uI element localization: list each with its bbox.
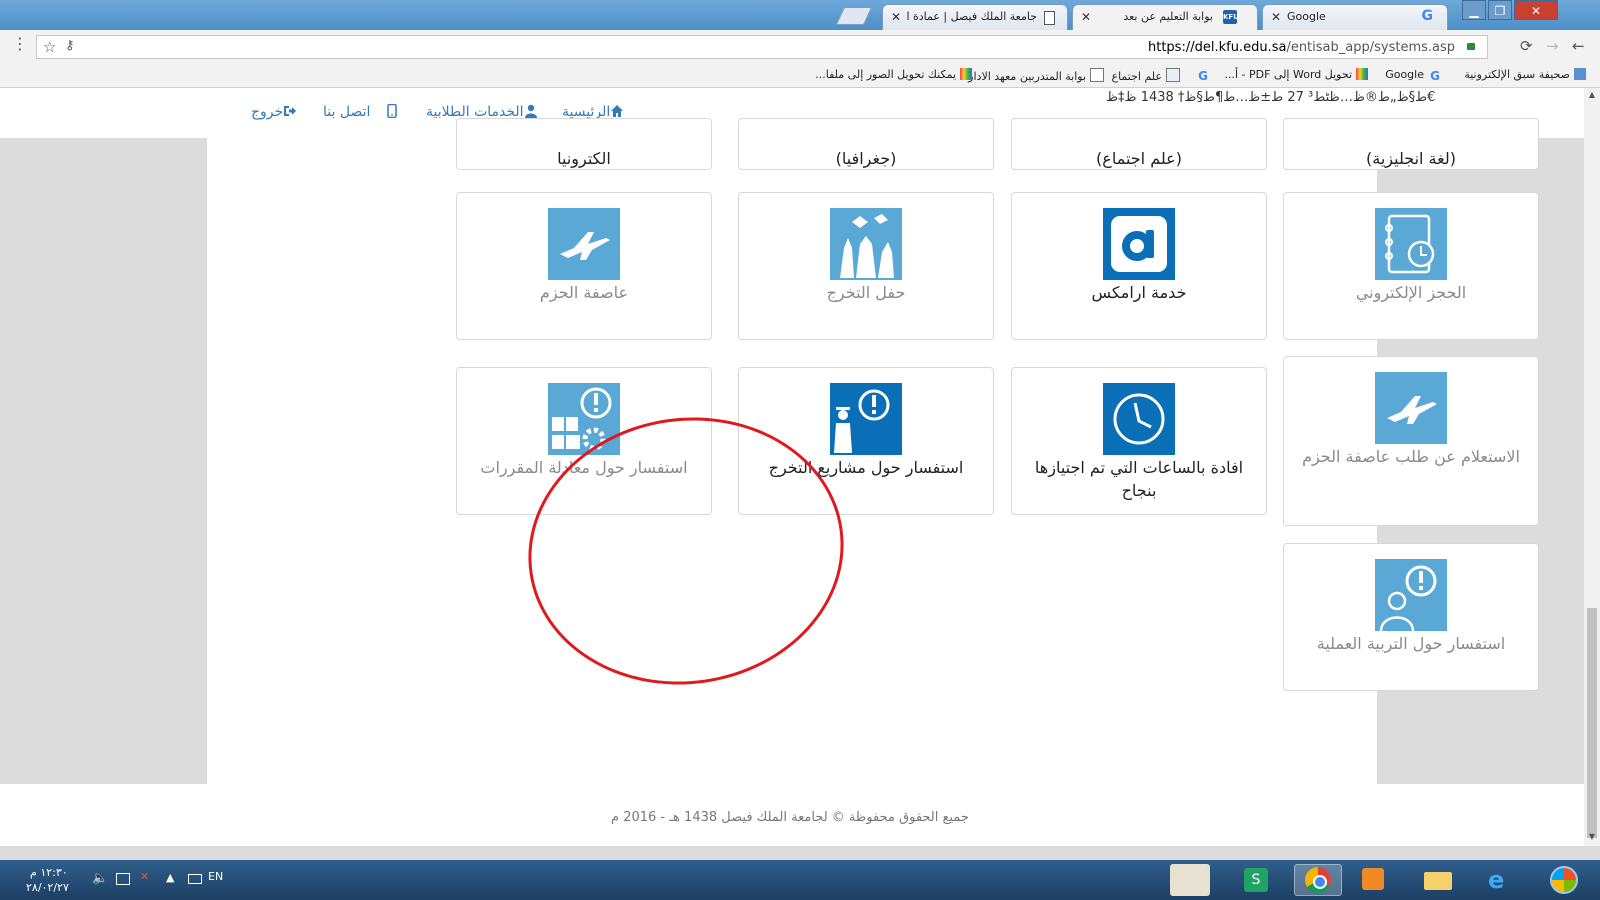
- tab-kfu-learning[interactable]: ✕ جامعة الملك فيصل | عمادة التعلم: [882, 4, 1068, 30]
- page-icon: [1044, 11, 1055, 25]
- start-button[interactable]: [1544, 864, 1584, 896]
- minimize-button[interactable]: ▁: [1462, 0, 1486, 20]
- clock-icon: [1103, 383, 1175, 455]
- google-g-icon: G: [1198, 69, 1208, 83]
- taskbar-sheets-icon[interactable]: S: [1236, 864, 1276, 896]
- kfu-favicon-icon: KFU: [1223, 10, 1239, 24]
- bookmark-icon: [1574, 68, 1586, 80]
- service-card-geography[interactable]: (جغرافيا): [738, 118, 994, 170]
- browser-tabstrip: ✕ جامعة الملك فيصل | عمادة التعلم ✕ بواب…: [0, 0, 1600, 30]
- service-card-sociology[interactable]: (علم اجتماع): [1011, 118, 1267, 170]
- page-scrollbar[interactable]: ▲ ▼: [1584, 88, 1600, 846]
- url-text: https://del.kfu.edu.sa/entisab_app/syste…: [1148, 40, 1455, 55]
- forward-icon: →: [1546, 37, 1559, 55]
- scroll-up-icon[interactable]: ▲: [1584, 90, 1600, 99]
- network-icon[interactable]: [116, 873, 130, 885]
- address-bar[interactable]: ☆ ⚷ https://del.kfu.edu.sa/entisab_app/s…: [36, 35, 1488, 59]
- nav-logout[interactable]: خروج: [251, 104, 297, 120]
- bookmark-sabq[interactable]: صحيفة سبق الإلكترونية: [1464, 68, 1586, 81]
- service-card-hours-statement[interactable]: افادة بالساعات التي تم اجتيازها بنجاح: [1011, 367, 1267, 515]
- bookmark-ipa-trainees[interactable]: بوابة المتدربين معهد الادارة: [962, 68, 1104, 83]
- bookmark-sociology[interactable]: علم اجتماع: [1112, 68, 1180, 83]
- notebook-clock-icon: [1375, 208, 1447, 280]
- taskbar-ie-icon[interactable]: e: [1480, 864, 1520, 896]
- bookmark-icon: [1166, 68, 1180, 82]
- action-center-icon[interactable]: ✕: [140, 870, 149, 883]
- bookmark-image-convert[interactable]: يمكنك تحويل الصور إلى ملفا...: [815, 68, 972, 81]
- teacher-exclamation-icon: [1375, 559, 1447, 631]
- tab-distance-learning[interactable]: ✕ بوابة التعليم عن بعد KFU: [1072, 4, 1258, 30]
- language-indicator[interactable]: EN: [208, 870, 223, 883]
- graduate-exclamation-icon: [830, 383, 902, 455]
- taskbar-media-player-icon[interactable]: [1352, 864, 1392, 896]
- logout-icon: [284, 106, 297, 116]
- fighter-jet-icon: [548, 208, 620, 280]
- lock-icon: [1467, 43, 1475, 50]
- tab-close-icon[interactable]: ✕: [891, 10, 901, 24]
- reload-icon[interactable]: ⟳: [1520, 37, 1533, 55]
- service-card-practical-education-inquiry[interactable]: استفسار حول التربية العملية: [1283, 543, 1539, 691]
- taskbar-app-icon[interactable]: [1170, 864, 1210, 896]
- clock-date[interactable]: ٢٨/٠٢/٢٧: [26, 881, 69, 894]
- show-hidden-icons-button[interactable]: ▲: [166, 871, 174, 884]
- bookmarks-bar: صحيفة سبق الإلكترونية GGoogle تحويل Word…: [0, 64, 1600, 88]
- copyright-text: جميع الحقوق محفوظة © لجامعة الملك فيصل 1…: [611, 810, 969, 825]
- star-icon[interactable]: ☆: [43, 38, 56, 56]
- volume-icon[interactable]: 🔈: [92, 871, 108, 886]
- service-card-storm-request-inquiry[interactable]: الاستعلام عن طلب عاصفة الحزم: [1283, 356, 1539, 526]
- windows-taskbar: ١٢:٣٠ م ٢٨/٠٢/٢٧ 🔈 ✕ ▲ EN S e: [0, 860, 1600, 900]
- tab-close-icon[interactable]: ✕: [1081, 10, 1091, 24]
- page-viewport: ط§ظ„ط®ظ…ظٹط³ 27 ط±ظ…ط¶ط§ظ† 1438 ظ‡ظ€ الر…: [0, 88, 1584, 846]
- taskbar-explorer-icon[interactable]: [1418, 864, 1458, 896]
- home-icon: [611, 105, 624, 117]
- new-tab-button[interactable]: [835, 7, 873, 25]
- aramex-logo-icon: [1103, 208, 1175, 280]
- service-card-decisive-storm[interactable]: عاصفة الحزم: [456, 192, 712, 340]
- close-window-button[interactable]: ✕: [1514, 0, 1558, 20]
- page-footer: جميع الحقوق محفوظة © لجامعة الملك فيصل 1…: [0, 784, 1584, 846]
- mobile-icon: [387, 104, 397, 118]
- menu-icon[interactable]: ⋮: [12, 34, 28, 53]
- nav-contact[interactable]: اتصل بنا: [323, 104, 399, 120]
- bookmark-icon: [1356, 68, 1368, 80]
- clock-time[interactable]: ١٢:٣٠ م: [30, 866, 68, 879]
- bookmark-icon: [960, 68, 972, 80]
- graduation-celebration-icon: [830, 208, 902, 280]
- browser-toolbar: ⋮ ☆ ⚷ https://del.kfu.edu.sa/entisab_app…: [0, 30, 1600, 64]
- scroll-thumb[interactable]: [1587, 608, 1597, 838]
- back-icon[interactable]: ←: [1572, 37, 1585, 55]
- google-g-icon: G: [1421, 8, 1434, 24]
- service-card-english[interactable]: (لغة انجليزية): [1283, 118, 1539, 170]
- service-card-graduation-ceremony[interactable]: حفل التخرج: [738, 192, 994, 340]
- bookmark-google[interactable]: GGoogle: [1385, 68, 1440, 83]
- bookmark-google-2[interactable]: G: [1192, 68, 1208, 83]
- service-card-electronically[interactable]: الكترونيا: [456, 118, 712, 170]
- tab-google[interactable]: ✕ Google G: [1262, 4, 1448, 30]
- google-g-icon: G: [1430, 69, 1440, 83]
- fighter-jet-icon: [1375, 372, 1447, 444]
- key-icon[interactable]: ⚷: [65, 38, 75, 53]
- restore-button[interactable]: ❐: [1488, 0, 1512, 20]
- bookmark-word-pdf[interactable]: تحويل Word إلى PDF - أ...: [1224, 68, 1368, 81]
- scroll-down-icon[interactable]: ▼: [1584, 832, 1600, 841]
- service-card-aramex[interactable]: خدمة ارامكس: [1011, 192, 1267, 340]
- keyboard-icon: [188, 874, 202, 884]
- tab-close-icon[interactable]: ✕: [1271, 10, 1281, 24]
- user-icon: [524, 104, 537, 118]
- taskbar-chrome-icon[interactable]: [1294, 864, 1342, 896]
- service-card-e-booking[interactable]: الحجز الإلكتروني: [1283, 192, 1539, 340]
- header-date: ط§ظ„ط®ظ…ظٹط³ 27 ط±ظ…ط¶ط§ظ† 1438 ظ‡ظ€: [1106, 90, 1436, 105]
- page-icon: [1090, 68, 1104, 82]
